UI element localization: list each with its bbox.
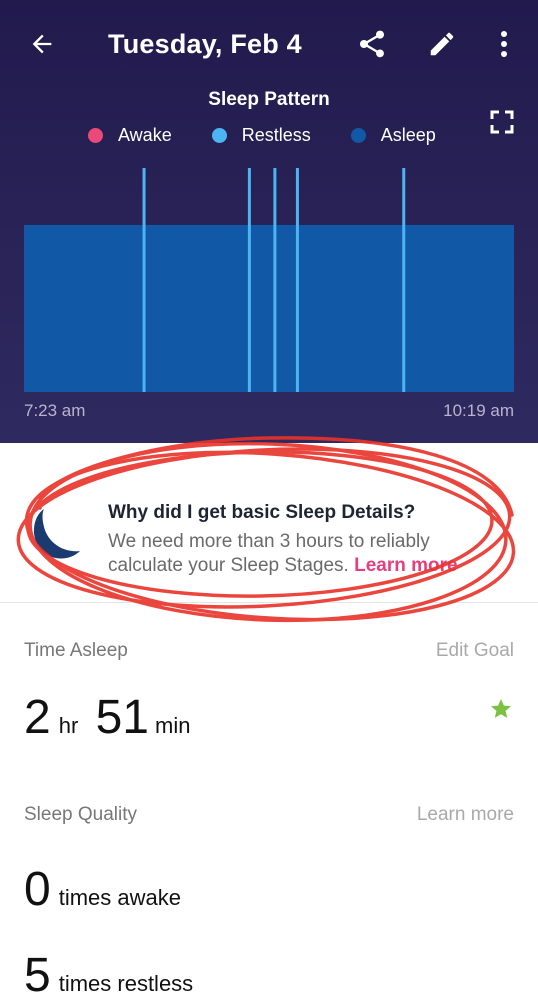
edit-button[interactable]: [422, 24, 462, 64]
minutes-unit: min: [155, 713, 191, 738]
legend-awake: Awake: [88, 125, 172, 146]
x-axis-start-label: 7:23 am: [24, 401, 86, 420]
legend-asleep: Asleep: [350, 124, 436, 146]
awake-count: 0: [24, 863, 51, 916]
chart-legend: Awake Restless Asleep: [88, 123, 476, 147]
restless-mark-4: [295, 168, 299, 392]
hours-unit: hr: [58, 713, 79, 738]
more-vert-icon: [501, 31, 507, 57]
chart-title: Sleep Pattern: [208, 89, 330, 110]
back-arrow-icon: [32, 34, 52, 54]
sleep-quality-learn-more[interactable]: Learn more: [417, 804, 514, 826]
info-card-body: We need more than 3 hours to reliably ca…: [108, 530, 508, 578]
restless-mark-1: [142, 168, 146, 392]
edit-pencil-icon: [430, 32, 454, 56]
times-awake-value: 0 times awake: [24, 866, 181, 922]
awake-unit: times awake: [58, 885, 181, 910]
fullscreen-button[interactable]: [488, 108, 516, 136]
back-button[interactable]: [22, 24, 62, 64]
restless-mark-3: [273, 168, 277, 392]
restless-count: 5: [24, 949, 51, 999]
legend-dot-awake: [88, 127, 103, 143]
share-icon: [360, 30, 384, 58]
asleep-bar: [24, 224, 514, 392]
sleep-quality-label: Sleep Quality: [24, 804, 138, 825]
app-bar: Tuesday, Feb 4: [0, 0, 538, 88]
legend-dot-asleep: [350, 127, 366, 143]
goal-star-icon: [491, 699, 511, 718]
more-options-button[interactable]: [488, 24, 520, 64]
x-axis-end-label: 10:19 am: [443, 401, 514, 420]
legend-restless: Restless: [211, 124, 311, 146]
legend-label-awake: Awake: [118, 124, 172, 145]
restless-unit: times restless: [58, 971, 194, 996]
fullscreen-icon: [490, 110, 514, 134]
learn-more-link[interactable]: Learn more: [354, 555, 457, 576]
times-restless-value: 5 times restless: [24, 952, 193, 999]
sleep-header: Tuesday, Feb 4 Sleep Pattern Awake Restl…: [0, 0, 538, 443]
time-asleep-value: 2 hr 51 min: [24, 694, 190, 750]
restless-mark-2: [247, 168, 251, 392]
legend-dot-restless: [211, 127, 227, 143]
minutes-value: 51: [95, 691, 149, 744]
restless-mark-5: [402, 168, 406, 392]
legend-label-restless: Restless: [241, 124, 311, 145]
moon-icon: [33, 509, 80, 559]
edit-goal-link[interactable]: Edit Goal: [436, 640, 514, 662]
hours-value: 2: [24, 691, 51, 744]
sleep-pattern-chart: [24, 168, 514, 392]
info-card-title: Why did I get basic Sleep Details?: [108, 502, 416, 523]
share-button[interactable]: [352, 24, 392, 64]
time-asleep-label: Time Asleep: [24, 640, 128, 661]
page-title: Tuesday, Feb 4: [108, 29, 302, 59]
legend-label-asleep: Asleep: [380, 124, 436, 145]
